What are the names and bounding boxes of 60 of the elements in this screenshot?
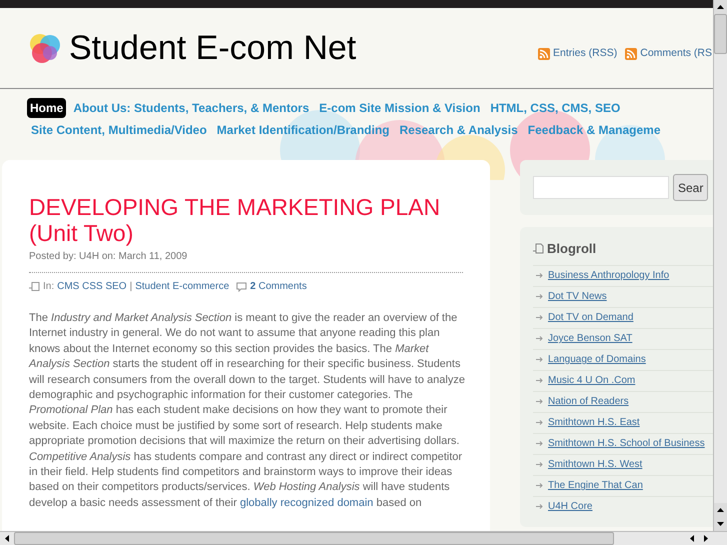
comment-icon: [236, 282, 248, 292]
blogroll-link[interactable]: Nation of Readers: [548, 394, 629, 409]
blogroll-link[interactable]: Language of Domains: [548, 352, 646, 367]
blogroll-link[interactable]: Smithtown H.S. West: [548, 457, 642, 472]
nav-link[interactable]: Site Content, Multimedia/Video: [28, 120, 210, 140]
in-label: In:: [43, 280, 54, 294]
post-byline: Posted by: U4H on: March 11, 2009: [29, 250, 188, 264]
horizontal-scrollbar[interactable]: [0, 531, 727, 545]
nav-link[interactable]: Market Identification/Branding: [214, 120, 392, 140]
nav-link[interactable]: E-com Site Mission & Vision: [316, 98, 484, 118]
arrow-icon: [536, 420, 543, 425]
search-field[interactable]: [533, 176, 669, 199]
arrow-icon: [536, 336, 543, 341]
scroll-thumb[interactable]: [714, 14, 727, 54]
logo-icon: [28, 31, 62, 65]
nav-link[interactable]: About Us: Students, Teachers, & Mentors: [70, 98, 312, 118]
arrow-icon: [536, 462, 543, 467]
site-title: Student E-com Net: [69, 28, 356, 68]
nav-link[interactable]: Home: [27, 98, 66, 118]
arrow-icon: [536, 399, 543, 404]
page-icon: [533, 243, 544, 254]
document-icon: [29, 282, 40, 291]
arrow-icon: [536, 441, 543, 446]
post-title: DEVELOPING THE MARKETING PLAN (Unit Two): [29, 194, 442, 246]
blogroll-link[interactable]: The Engine That Can: [548, 478, 643, 493]
blogroll-link[interactable]: Joyce Benson SAT: [548, 331, 632, 346]
arrow-icon: [536, 273, 543, 278]
scroll-up-icon[interactable]: [714, 503, 727, 517]
blogroll-title: Blogroll: [547, 240, 596, 258]
arrow-icon: [536, 483, 543, 488]
arrow-icon: [536, 504, 543, 509]
nav-link[interactable]: Research & Analysis: [396, 120, 521, 140]
domain-link[interactable]: globally recognized domain: [240, 496, 374, 509]
rss-icon: [625, 48, 638, 60]
arrow-icon: [536, 378, 543, 383]
comments-link[interactable]: 2 Comments: [250, 279, 307, 294]
arrow-icon: [536, 357, 543, 362]
search-button[interactable]: Sear: [673, 174, 708, 201]
nav-link[interactable]: HTML, CSS, CMS, SEO: [487, 98, 624, 118]
blogroll-link[interactable]: Smithtown H.S. School of Business: [548, 436, 705, 451]
category-link[interactable]: CMS CSS SEO: [57, 279, 127, 294]
arrow-icon: [536, 315, 543, 320]
blogroll-link[interactable]: U4H Core: [548, 499, 592, 514]
scroll-down-icon[interactable]: [714, 517, 727, 531]
scroll-thumb[interactable]: [14, 532, 614, 545]
scroll-up-icon[interactable]: [714, 0, 727, 14]
blogroll-link[interactable]: Smithtown H.S. East: [548, 415, 640, 430]
rss-icon: [538, 48, 550, 60]
category-link[interactable]: Student E-commerce: [135, 279, 230, 294]
arrow-icon: [536, 294, 543, 299]
post-body: The Industry and Market Analysis Section is meant to give the reader an overview of the Internet industry in general. We do not want to assume that anyone reading this plan knows about the Internet economy so this section provides the basics. The Market Analysis Section starts the student off in researching for their specific business. Students will research consumers from the overall down to the target. Students will have to analyze demographic and psychographic information for their customer categories. The Promotional Plan has each student make decisions on how they want to promote their website. Each choice must be justified by some sort of research. Help students make appropriate promotion decisions that will maximize the return on their advertising dollars. Competitive Analysis has students compare and contrast any direct or indirect competitor in their field. Help students find competitors and brainstorm ways to improve their ideas based on their competitors products/services. Web Hosting Analysis will have students develop a basic needs assessment of their globally recognized domain based on: [29, 311, 465, 511]
blogroll-link[interactable]: Dot TV News: [548, 289, 607, 304]
blogroll-link[interactable]: Business Anthropology Info: [548, 268, 670, 283]
separator-text: |: [130, 280, 132, 294]
blogroll-link[interactable]: Music 4 U On .Com: [548, 373, 636, 388]
rss-link[interactable]: Entries (RSS): [538, 46, 618, 62]
blogroll-link[interactable]: Dot TV on Demand: [548, 310, 634, 325]
rss-link[interactable]: Comments (RS: [625, 46, 712, 62]
vertical-scrollbar[interactable]: [713, 0, 727, 531]
nav-link[interactable]: Feedback & Manageme: [524, 120, 664, 140]
